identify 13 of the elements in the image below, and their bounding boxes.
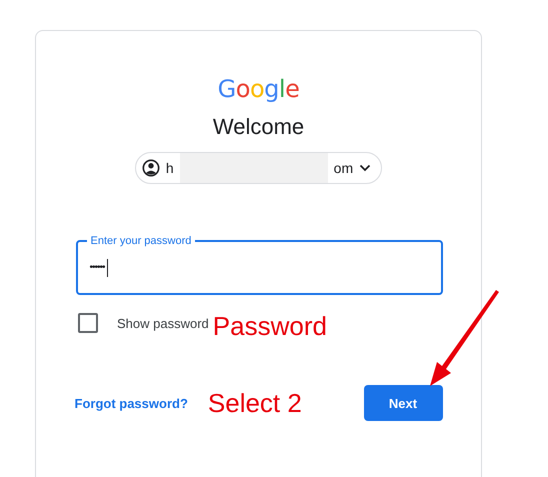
heading: Welcome <box>212 113 304 141</box>
next-button[interactable]: Next <box>364 385 442 421</box>
chevron-down-icon <box>359 164 372 172</box>
checkbox[interactable] <box>78 313 98 333</box>
field-label: Enter your password <box>86 234 196 248</box>
password-value: •••••• <box>90 262 105 273</box>
account-icon <box>142 159 160 177</box>
annotation-text: Select 2 <box>208 388 302 418</box>
forgot-password-link[interactable]: Forgot password? <box>74 396 188 410</box>
account-chip[interactable]: h om <box>134 152 382 184</box>
annotation-text: Password <box>212 311 327 341</box>
checkbox-label[interactable]: Show password <box>117 316 209 330</box>
logo: Google <box>218 75 300 103</box>
